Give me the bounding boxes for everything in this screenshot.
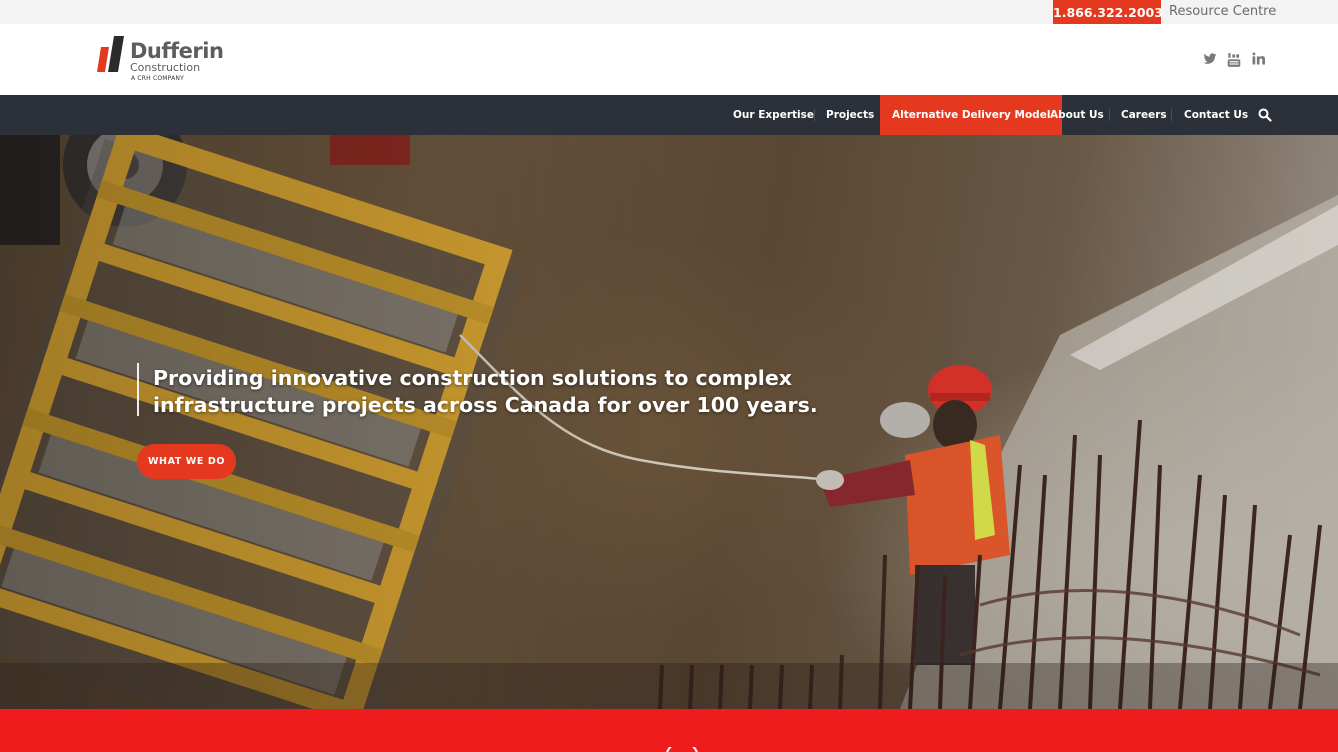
logo-name: Dufferin	[130, 39, 224, 63]
main-navigation: Our Expertise Projects Alternative Deliv…	[0, 95, 1338, 135]
nav-item-careers[interactable]: Careers	[1121, 95, 1167, 135]
linkedin-icon[interactable]	[1252, 52, 1268, 68]
logo-subtitle: Construction	[130, 61, 201, 74]
search-icon[interactable]	[1258, 108, 1272, 122]
logo-mark-icon	[97, 36, 124, 72]
nav-separator	[1109, 109, 1110, 121]
nav-separator	[814, 109, 815, 121]
logo-tagline: A CRH COMPANY	[131, 75, 184, 82]
hero-banner	[0, 135, 1338, 709]
nav-item-projects[interactable]: Projects	[826, 95, 874, 135]
resource-centre-link[interactable]: Resource Centre	[1169, 0, 1276, 24]
hero-overlay	[0, 135, 1338, 709]
nav-separator	[1171, 109, 1172, 121]
twitter-icon[interactable]	[1203, 52, 1219, 68]
hero-bottom-strip	[0, 663, 1338, 709]
youtube-icon[interactable]	[1227, 52, 1243, 68]
scroll-down-icon[interactable]	[664, 741, 700, 752]
nav-item-our-expertise[interactable]: Our Expertise	[733, 95, 814, 135]
nav-item-contact-us[interactable]: Contact Us	[1184, 95, 1248, 135]
hero-tagline: Providing innovative construction soluti…	[153, 366, 818, 417]
company-logo[interactable]: Dufferin Construction A CRH COMPANY	[97, 35, 227, 85]
phone-number-link[interactable]: 1.866.322.2003	[1053, 0, 1163, 27]
nav-item-alternative-delivery-model[interactable]: Alternative Delivery Model	[880, 95, 1063, 135]
tagline-accent-rule	[137, 363, 139, 416]
what-we-do-button[interactable]: WHAT WE DO	[137, 444, 236, 479]
nav-item-about-us[interactable]: About Us	[1050, 95, 1104, 135]
